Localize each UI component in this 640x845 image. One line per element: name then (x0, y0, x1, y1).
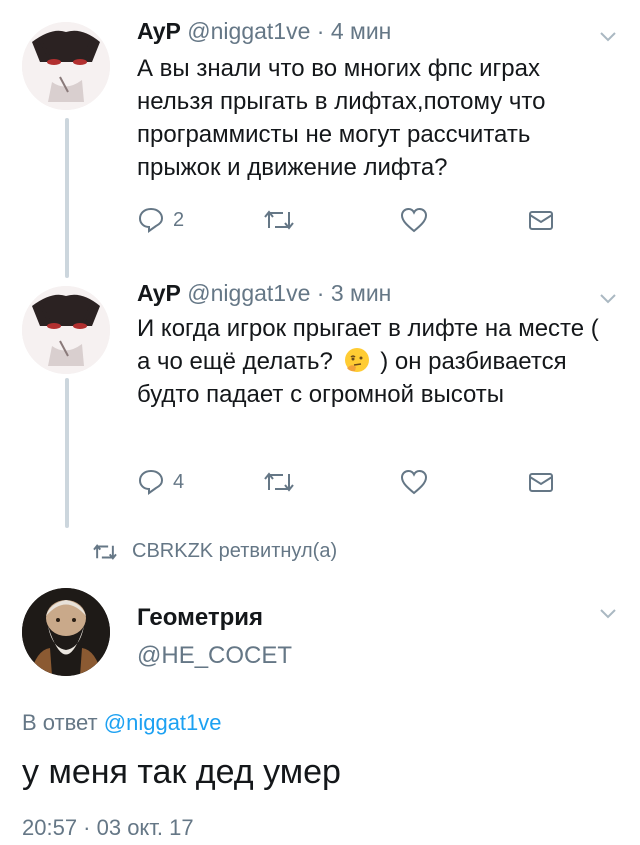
thinking-face-icon (344, 348, 369, 372)
tweet-header: AyP @niggat1ve · 3 мин (137, 280, 391, 307)
avatar[interactable] (22, 286, 110, 374)
retweet-icon (264, 210, 294, 230)
reply-context: В ответ @niggat1ve (22, 710, 222, 736)
tweet-actions: 2 (137, 206, 567, 238)
like-icon (400, 469, 428, 495)
chevron-down-icon[interactable] (598, 607, 618, 621)
author-handle[interactable]: @niggat1ve (187, 18, 310, 44)
author-name[interactable]: Геометрия (137, 604, 263, 632)
like-button[interactable] (399, 468, 429, 496)
tweet-text: И когда игрок прыгает в лифте на месте (… (137, 312, 607, 411)
like-icon (400, 207, 428, 233)
thread-connector-line (65, 378, 69, 528)
tweet-text: А вы знали что во многих фпс играх нельз… (137, 55, 546, 181)
reply-button[interactable]: 2 (137, 206, 184, 234)
reply-button[interactable]: 4 (137, 468, 184, 496)
reply-count: 4 (173, 470, 185, 493)
retweet-notice-text: CBRKZK ретвитнул(а) (132, 540, 338, 562)
retweet-button[interactable] (263, 206, 295, 234)
retweet-button[interactable] (263, 468, 295, 496)
author-handle[interactable]: @HE_COCET (137, 642, 292, 670)
tweet-actions: 4 (137, 468, 567, 500)
reply-count: 2 (173, 208, 185, 231)
tweet-time[interactable]: 4 мин (331, 18, 392, 44)
tweet-text: у меня так дед умер (22, 753, 341, 791)
dm-button[interactable] (527, 206, 555, 234)
dm-button[interactable] (527, 468, 555, 496)
dm-icon (529, 211, 553, 230)
reply-prefix: В ответ (22, 710, 98, 735)
author-name[interactable]: AyP (137, 280, 181, 306)
dm-icon (529, 473, 553, 492)
reply-mention-link[interactable]: @niggat1ve (104, 710, 222, 735)
retweet-icon (264, 472, 294, 492)
retweet-notice[interactable]: CBRKZK ретвитнул(а) (92, 540, 337, 563)
tweet-header: AyP @niggat1ve · 4 мин (137, 18, 391, 45)
reply-icon (138, 207, 164, 233)
separator-dot: · (316, 18, 325, 44)
author-name[interactable]: AyP (137, 18, 181, 44)
chevron-down-icon[interactable] (598, 30, 618, 44)
tweet-time[interactable]: 3 мин (331, 280, 392, 306)
avatar[interactable] (22, 588, 110, 676)
avatar[interactable] (22, 22, 110, 110)
tweet-timestamp[interactable]: 20:57 · 03 окт. 17 (22, 815, 194, 841)
retweet-icon (93, 543, 117, 560)
thread-connector-line (65, 118, 69, 278)
reply-icon (138, 469, 164, 495)
chevron-down-icon[interactable] (598, 292, 618, 306)
separator-dot: · (316, 280, 325, 306)
like-button[interactable] (399, 206, 429, 234)
author-handle[interactable]: @niggat1ve (187, 280, 310, 306)
